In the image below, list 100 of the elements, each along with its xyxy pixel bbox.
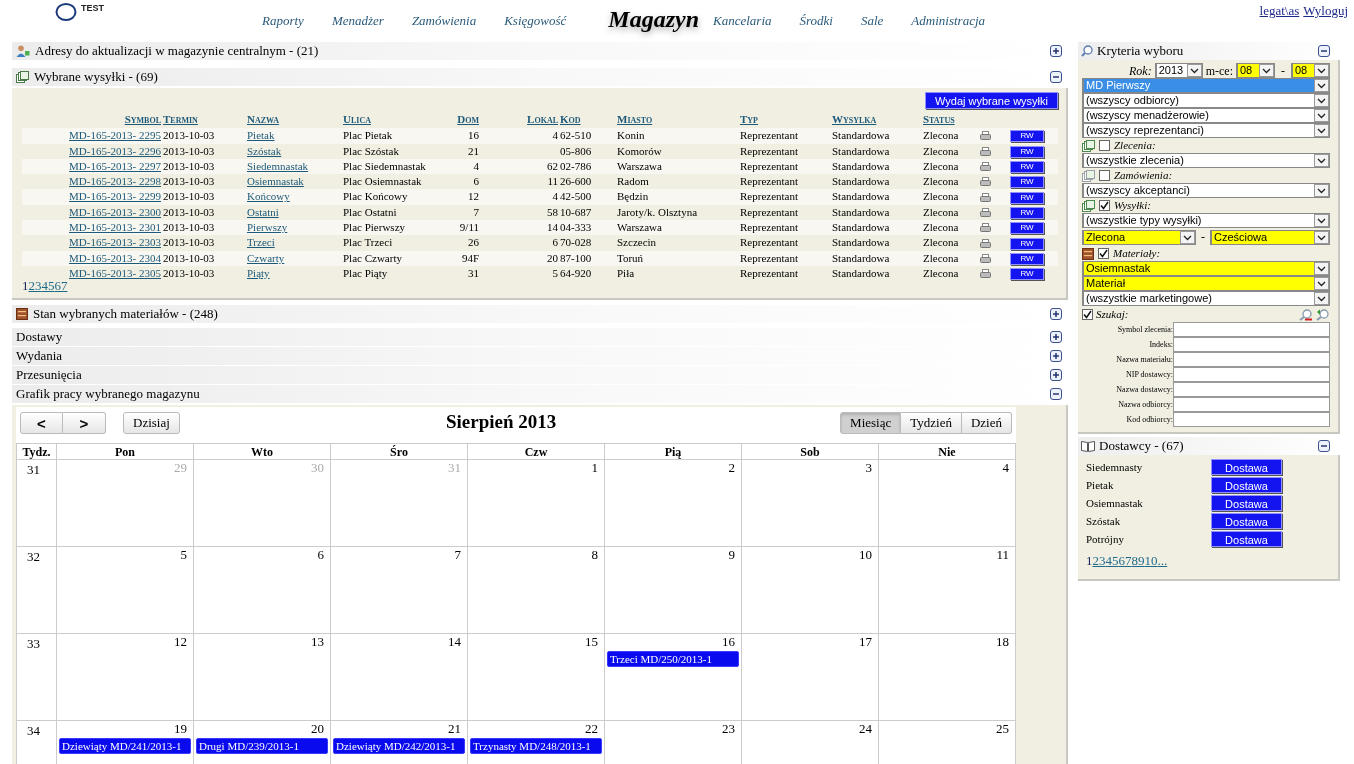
expand-icon[interactable]: [1050, 350, 1062, 362]
name-link[interactable]: Czwarty: [247, 251, 285, 264]
month-select[interactable]: 08: [1291, 63, 1330, 78]
page-link[interactable]: 7: [61, 276, 68, 296]
input-field[interactable]: [1173, 352, 1330, 367]
nav-link[interactable]: Księgowość: [504, 11, 567, 31]
today-button[interactable]: Dzisiaj: [123, 412, 180, 434]
dropdown[interactable]: (wszyscy reprezentanci): [1082, 123, 1330, 138]
calendar-event[interactable]: Drugi MD/239/2013-1: [196, 738, 328, 754]
input-field[interactable]: [1173, 337, 1330, 352]
column-header[interactable]: Dom: [457, 113, 479, 125]
collapse-icon[interactable]: [1050, 71, 1062, 83]
collapse-icon[interactable]: [1318, 45, 1330, 57]
column-header[interactable]: Nazwa: [247, 113, 279, 125]
page-link[interactable]: 1: [1086, 551, 1093, 571]
page-link[interactable]: 5: [1112, 551, 1119, 571]
name-link[interactable]: Pietak: [247, 129, 275, 142]
name-link[interactable]: Trzeci: [247, 236, 275, 249]
nav-link[interactable]: Magazyn: [608, 1, 699, 37]
logout-link[interactable]: Wyloguj: [1303, 1, 1348, 21]
name-link[interactable]: Szóstak: [247, 144, 282, 157]
name-link[interactable]: Piąty: [247, 266, 270, 279]
input-field[interactable]: [1173, 367, 1330, 382]
next-button[interactable]: >: [63, 412, 106, 434]
page-link[interactable]: 9: [1138, 551, 1145, 571]
column-header[interactable]: Miasto: [617, 113, 653, 125]
nav-link[interactable]: Zamówienia: [411, 11, 477, 31]
name-link[interactable]: Końcowy: [247, 190, 290, 203]
view-tab[interactable]: Tydzień: [901, 412, 962, 434]
clear-search-icon[interactable]: [1299, 308, 1313, 321]
input-field[interactable]: [1173, 412, 1330, 427]
expand-icon[interactable]: [1050, 331, 1062, 343]
rw-button[interactable]: RW: [1010, 222, 1044, 235]
page-link[interactable]: 4: [41, 276, 48, 296]
table-row[interactable]: MD-165-2013- 2295 2013-10-03 Pietak Plac Pietak 16 4 62-510 Konin Reprezentant Standardowa Zlecona RW: [22, 128, 1058, 144]
view-tab[interactable]: Miesiąc: [840, 412, 902, 434]
page-link[interactable]: 2: [1092, 551, 1099, 571]
column-header[interactable]: Kod: [560, 113, 581, 125]
nav-link[interactable]: Sale: [860, 11, 884, 31]
printer-icon[interactable]: [980, 269, 991, 279]
page-link[interactable]: 4: [1105, 551, 1112, 571]
view-tab[interactable]: Dzień: [961, 412, 1012, 434]
symbol-link[interactable]: MD-165-2013- 2295: [69, 129, 161, 142]
printer-icon[interactable]: [980, 146, 991, 156]
dropdown[interactable]: (wszyscy menadżerowie): [1082, 108, 1330, 123]
issue-shipments-button[interactable]: Wydaj wybrane wysyłki: [925, 92, 1058, 109]
input-field[interactable]: [1173, 397, 1330, 412]
calendar-event[interactable]: Trzynasty MD/248/2013-1: [470, 738, 602, 754]
page-link[interactable]: 3: [35, 276, 42, 296]
expand-icon[interactable]: [1050, 45, 1062, 57]
dropdown[interactable]: (wszyscy akceptanci): [1082, 183, 1330, 198]
column-header[interactable]: Lokal: [527, 113, 558, 125]
printer-icon[interactable]: [980, 131, 991, 141]
calendar-event[interactable]: Trzeci MD/250/2013-1: [607, 651, 739, 667]
calendar-event[interactable]: Dziewiąty MD/242/2013-1: [333, 738, 465, 754]
previous-button[interactable]: <: [20, 412, 63, 434]
rw-button[interactable]: RW: [1010, 206, 1044, 219]
month-select[interactable]: 08: [1236, 63, 1275, 78]
symbol-link[interactable]: MD-165-2013- 2305: [69, 266, 161, 279]
symbol-link[interactable]: MD-165-2013- 2300: [69, 205, 161, 218]
checkbox[interactable]: [1082, 309, 1093, 320]
expand-icon[interactable]: [1050, 308, 1062, 320]
page-link[interactable]: 5: [48, 276, 55, 296]
nav-link[interactable]: Administracja: [911, 11, 986, 31]
input-field[interactable]: [1173, 322, 1330, 337]
printer-icon[interactable]: [980, 238, 991, 248]
checkbox[interactable]: [1099, 200, 1110, 211]
name-link[interactable]: Osiemnastak: [247, 175, 304, 188]
printer-icon[interactable]: [980, 253, 991, 263]
table-row[interactable]: MD-165-2013- 2301 2013-10-03 Pierwszy Plac Pierwszy 9/11 14 04-333 Warszawa Reprezentant Standardowa Zlecona RW: [22, 220, 1058, 236]
search-go-icon[interactable]: [1316, 308, 1330, 321]
checkbox[interactable]: [1099, 140, 1110, 151]
page-link[interactable]: 10: [1144, 551, 1158, 571]
dropdown[interactable]: (wszystkie typy wysyłki): [1082, 213, 1330, 228]
printer-icon[interactable]: [980, 192, 991, 202]
nav-link[interactable]: Środki: [799, 11, 833, 31]
printer-icon[interactable]: [980, 207, 991, 217]
dropdown[interactable]: (wszystkie marketingowe): [1082, 291, 1330, 306]
table-row[interactable]: MD-165-2013- 2304 2013-10-03 Czwarty Plac Czwarty 94F 20 87-100 Toruń Reprezentant Standardowa Zlecona RW: [22, 250, 1058, 266]
page-link[interactable]: 3: [1099, 551, 1106, 571]
name-link[interactable]: Pierwszy: [247, 221, 288, 234]
input-field[interactable]: [1173, 382, 1330, 397]
name-link[interactable]: Ostatni: [247, 205, 279, 218]
delivery-button[interactable]: Dostawa: [1211, 531, 1282, 547]
rw-button[interactable]: RW: [1010, 176, 1044, 189]
expand-icon[interactable]: [1050, 369, 1062, 381]
page-link[interactable]: 1: [22, 276, 29, 296]
column-header[interactable]: Symbol: [124, 113, 161, 125]
delivery-button[interactable]: Dostawa: [1211, 459, 1282, 475]
column-header[interactable]: Ulica: [343, 113, 371, 125]
rw-button[interactable]: RW: [1010, 237, 1044, 250]
rw-button[interactable]: RW: [1010, 145, 1044, 158]
symbol-link[interactable]: MD-165-2013- 2299: [69, 190, 161, 203]
delivery-button[interactable]: Dostawa: [1211, 495, 1282, 511]
checkbox[interactable]: [1099, 170, 1110, 181]
printer-icon[interactable]: [980, 177, 991, 187]
rw-button[interactable]: RW: [1010, 130, 1044, 143]
page-link[interactable]: 6: [1118, 551, 1125, 571]
table-row[interactable]: MD-165-2013- 2299 2013-10-03 Końcowy Plac Końcowy 12 4 42-500 Będzin Reprezentant Standardowa Zlecona RW: [22, 189, 1058, 205]
nav-link[interactable]: Raporty: [262, 11, 304, 31]
